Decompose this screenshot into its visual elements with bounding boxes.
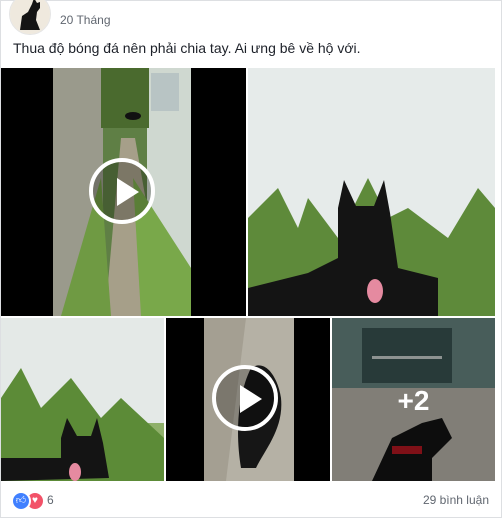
avatar[interactable]: [9, 0, 51, 35]
post-timestamp[interactable]: 20 Tháng: [60, 13, 111, 27]
media-photo-1[interactable]: [248, 68, 495, 316]
media-photo-2[interactable]: [1, 318, 164, 481]
media-photo-3-more[interactable]: +2: [332, 318, 495, 481]
media-video-1[interactable]: [1, 68, 246, 316]
post-footer: 👍︎ ♥ 6 29 bình luận: [11, 491, 493, 511]
more-count: +2: [397, 385, 430, 416]
play-icon[interactable]: [89, 158, 155, 224]
thumbs-up-icon[interactable]: 👍︎: [11, 491, 31, 511]
comments-link[interactable]: 29 bình luận: [423, 493, 489, 507]
post-card: 20 Tháng Thua độ bóng đá nên phải chia t…: [0, 0, 502, 518]
media-video-2[interactable]: [166, 318, 330, 481]
post-text: Thua độ bóng đá nên phải chia tay. Ai ưn…: [13, 40, 361, 56]
reactions-count[interactable]: 6: [47, 493, 54, 507]
play-icon[interactable]: [212, 365, 278, 431]
